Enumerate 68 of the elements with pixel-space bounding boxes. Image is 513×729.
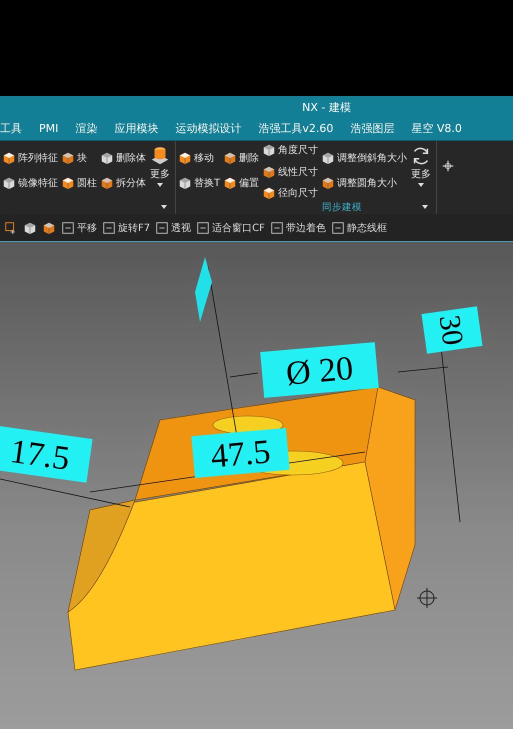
select-filter-icon[interactable] <box>4 220 18 235</box>
dimension-tag-drawing <box>195 257 212 322</box>
view-button[interactable]: 旋转F7 <box>102 220 150 235</box>
view-button[interactable]: 透视 <box>155 220 192 235</box>
cube-icon <box>223 176 238 190</box>
window-title: NX - 建模 <box>301 100 351 115</box>
cube-icon <box>23 220 37 235</box>
graphics-viewport[interactable]: 17.5 47.5 Ø 20 30 <box>0 242 513 729</box>
menu-tab[interactable]: 运动模拟设计 <box>175 121 242 136</box>
cube-icon <box>321 176 336 190</box>
cube-icon <box>2 176 16 190</box>
square-icon <box>330 220 345 235</box>
cube-icon <box>2 150 16 165</box>
ribbon-button[interactable]: 角度尺寸 <box>262 142 318 157</box>
cube-icon <box>61 176 75 190</box>
dimension-label: 30 <box>422 306 482 354</box>
cylinder-icon <box>149 144 171 167</box>
ribbon-button[interactable]: 径向尺寸 <box>262 186 318 200</box>
ribbon-button[interactable]: 删除 <box>223 150 260 165</box>
menu-tab[interactable]: 星空 V8.0 <box>411 121 462 136</box>
frame-icon <box>270 220 284 235</box>
crosshair-icon <box>416 588 438 608</box>
cube-icon <box>100 150 114 165</box>
ribbon-button[interactable]: 调整圆角大小 <box>321 176 408 190</box>
square-icon <box>102 220 116 235</box>
ribbon-button[interactable]: 阵列特征 <box>2 150 58 165</box>
view-button[interactable]: 平移 <box>61 220 97 235</box>
dropdown-arrow-icon[interactable] <box>161 205 167 210</box>
cube-icon <box>262 164 276 179</box>
cube-icon <box>321 150 336 165</box>
frame-icon <box>155 220 170 235</box>
dimension-label: 17.5 <box>0 425 93 483</box>
cube-icon <box>178 150 192 165</box>
menu-tab[interactable]: 浩强图层 <box>350 121 394 136</box>
view-button[interactable]: 静态线框 <box>330 220 387 235</box>
dimension-label: 47.5 <box>191 428 290 478</box>
square-icon <box>196 220 210 235</box>
cube-icon <box>42 220 56 235</box>
ribbon-button[interactable]: 线性尺寸 <box>262 164 318 179</box>
cube-icon <box>61 150 75 165</box>
menu-tab[interactable]: 渲染 <box>75 121 98 136</box>
ribbon-button[interactable]: 调整倒斜角大小 <box>321 150 408 165</box>
view-button[interactable]: 适合窗口CF <box>196 220 265 235</box>
frame-icon <box>61 220 75 235</box>
cube-icon <box>262 142 276 157</box>
axis-icon[interactable] <box>441 158 456 173</box>
ribbon-button[interactable]: 移动 <box>178 150 220 165</box>
ribbon-button[interactable]: 圆柱 <box>61 176 97 190</box>
cube-icon <box>223 150 238 165</box>
menu-tab[interactable]: 浩强工具v2.60 <box>258 121 334 136</box>
group-label: 同步建模 <box>322 200 362 214</box>
cube-icon <box>262 186 276 200</box>
ribbon-button[interactable]: 替换T <box>178 176 220 190</box>
ribbon-button[interactable]: 偏置 <box>223 176 260 190</box>
dimension-label: Ø 20 <box>260 342 379 398</box>
ribbon-button[interactable]: 块 <box>61 150 97 165</box>
dropdown-arrow-icon[interactable] <box>422 205 428 210</box>
ribbon-button[interactable]: 删除体 <box>100 150 146 165</box>
more-button[interactable]: 更多 <box>410 142 432 200</box>
menu-tab[interactable]: 应用模块 <box>114 121 158 136</box>
cube-icon <box>178 176 192 190</box>
ribbon-button[interactable]: 镜像特征 <box>2 176 58 190</box>
cube-icon <box>100 176 114 190</box>
more-button[interactable]: 更多 <box>149 142 171 200</box>
menu-tab[interactable]: PMI <box>39 122 58 136</box>
ribbon-button[interactable]: 拆分体 <box>100 176 146 190</box>
menu-tab[interactable]: 工具 <box>0 121 22 136</box>
view-button[interactable]: 带边着色 <box>270 220 326 235</box>
